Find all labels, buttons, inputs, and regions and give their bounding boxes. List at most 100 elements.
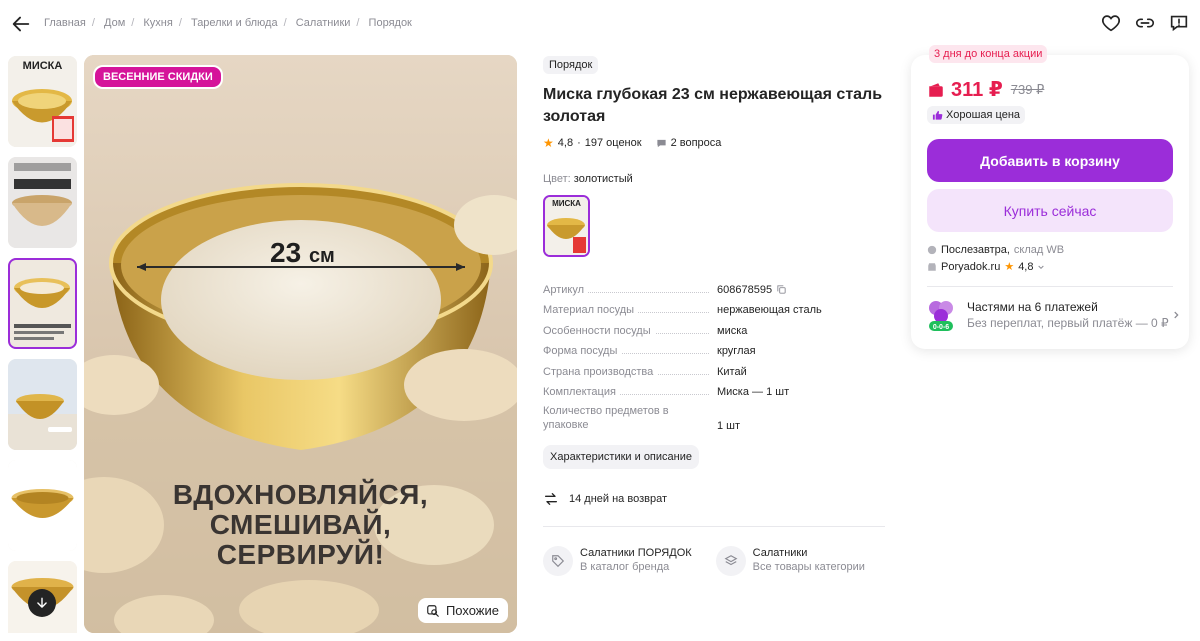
spec-value: Китай [717,365,747,378]
thumbnails-scroll-down-button[interactable] [28,589,56,617]
spec-key: Страна производства [543,365,658,378]
brand-catalog-link[interactable]: Салатники ПОРЯДОК В каталог бренда [543,546,692,576]
breadcrumb-item-salad-bowls[interactable]: Салатники [296,17,351,29]
image-search-icon [427,604,439,617]
rating-separator: · [577,137,581,149]
color-label: Цвет: [543,173,571,185]
reviews-count[interactable]: 197 оценок [585,137,642,149]
spec-key: Форма посуды [543,345,622,357]
image-slogan: ВДОХНОВЛЯЙСЯ, СМЕШИВАЙ, СЕРВИРУЙ! [84,480,517,570]
return-arrows-icon [545,493,557,505]
category-link-subtitle: Все товары категории [752,561,865,573]
similar-label: Похожие [445,603,499,618]
size-unit: см [308,245,335,267]
price-row: 311 ₽ 739 ₽ [927,77,1044,102]
article-value: 608678595 [717,283,773,296]
breadcrumb-item-home[interactable]: Главная [44,17,86,29]
installments-subtitle: Без переплат, первый платёж — 0 ₽ [967,316,1169,330]
spec-key: Количество предметов в упаковке [543,404,713,432]
chevron-down-icon [1038,265,1045,269]
color-row: Цвет: золотистый [543,173,885,185]
return-text: 14 дней на возврат [569,493,667,505]
main-product-image[interactable]: ВЕСЕННИЕ СКИДКИ 23 см ВДОХНОВЛЯЙСЯ, СМЕШ… [84,55,517,633]
report-icon[interactable] [1168,12,1190,34]
color-value: золотистый [573,173,633,185]
spec-value: нержавеющая сталь [717,304,822,316]
rating-value[interactable]: 4,8 [558,137,573,149]
spec-row: Артикул 608678595 [543,275,885,296]
return-info: 14 дней на возврат [543,491,885,507]
thumbnail-3[interactable] [8,258,77,349]
brand-link-subtitle: В каталог бренда [580,561,670,573]
card-divider [927,286,1173,287]
slogan-line-1: ВДОХНОВЛЯЙСЯ, [172,479,429,510]
delivery-info: Послезавтра, склад WB [927,244,1064,256]
installments-title: Частями на 6 платежей [967,300,1098,314]
thumbnail-2[interactable] [8,157,77,248]
link-icon[interactable] [1134,12,1156,34]
spec-row: Материал посуды нержавеющая сталь [543,296,885,316]
heart-icon[interactable] [1100,12,1122,34]
spec-row: Форма посуды круглая [543,337,885,357]
spec-value: миска [717,324,748,337]
copy-icon[interactable] [776,284,787,295]
spec-row: Страна производства Китай [543,357,885,378]
top-bar: Главная / Дом / Кухня / Тарелки и блюда / Са… [0,0,1200,48]
category-link[interactable]: Салатники Все товары категории [715,546,865,576]
product-title: Миска глубокая 23 см нержавеющая сталь з… [543,86,883,125]
installments-badge-text: 0-0-6 [933,324,949,331]
buy-now-button[interactable]: Купить сейчас [927,189,1173,232]
color-swatch-gold[interactable]: МИСКА [543,195,590,257]
installments-logo-icon: 0-0-6 [929,301,953,331]
layers-icon [724,555,738,566]
seller-row[interactable]: Poryadok.ru ★ 4,8 [927,260,1045,273]
thumbnail-4[interactable] [8,359,77,450]
wallet-icon [929,82,943,97]
breadcrumb-item-kitchen[interactable]: Кухня [143,17,172,29]
breadcrumb-item-plates[interactable]: Тарелки и блюда [191,17,278,29]
product-info: Порядок Миска глубокая 23 см нержавеющая… [543,55,885,576]
brand-link-title: Салатники ПОРЯДОК [580,547,692,559]
spec-key: Особенности посуды [543,324,655,337]
spec-row: Комплектация Миска — 1 шт [543,378,885,398]
thumbs-up-icon [932,110,943,120]
bowl-size-label: 23 см [270,237,335,269]
globe-icon [927,245,937,255]
seller-rating: 4,8 [1018,260,1034,273]
characteristics-button[interactable]: Характеристики и описание [543,445,699,469]
size-value: 23 [270,237,302,268]
spec-key: Комплектация [543,386,620,398]
similar-products-button[interactable]: Похожие [417,598,508,623]
divider [543,526,885,527]
good-price-badge: Хорошая цена [927,106,1026,124]
category-link-title: Салатники [752,547,808,559]
swatch-brand-text: МИСКА [552,199,581,208]
breadcrumb-item-brand[interactable]: Порядок [369,17,412,29]
add-to-cart-button[interactable]: Добавить в корзину [927,139,1173,182]
catalog-links: Салатники ПОРЯДОК В каталог бренда Салат… [543,546,885,576]
spec-value: 1 шт [717,420,741,432]
questions-link[interactable]: 2 вопроса [656,137,721,149]
arrow-down-icon [37,597,47,608]
specs-table: Артикул 608678595 Материал посуды нержав… [543,275,885,432]
shop-icon [928,262,936,271]
spec-key: Артикул [543,283,589,296]
spec-row: Особенности посуды миска [543,316,885,337]
spec-value: круглая [717,345,756,357]
delivery-day: Послезавтра, [941,244,1010,256]
back-arrow-icon[interactable] [10,13,32,35]
spec-value: Миска — 1 шт [717,386,790,398]
purchase-card: 3 дня до конца акции 311 ₽ 739 ₽ Хорошая… [911,45,1189,349]
thumbnail-5[interactable] [8,460,77,551]
breadcrumb-item-home-goods[interactable]: Дом [104,17,125,29]
seller-name: Poryadok.ru [941,260,1001,273]
brand-chip[interactable]: Порядок [543,56,599,74]
star-icon: ★ [543,136,554,150]
thumbnail-1[interactable]: МИСКА [8,56,77,147]
installments-row[interactable]: 0-0-6 Частями на 6 платежей Без переплат… [927,298,1179,332]
promo-badge: ВЕСЕННИЕ СКИДКИ [93,65,223,89]
thumb-brand-text: МИСКА [23,60,63,72]
slogan-line-3: СЕРВИРУЙ! [216,539,385,570]
good-price-text: Хорошая цена [946,109,1021,121]
delivery-stock: склад WB [1013,244,1065,256]
